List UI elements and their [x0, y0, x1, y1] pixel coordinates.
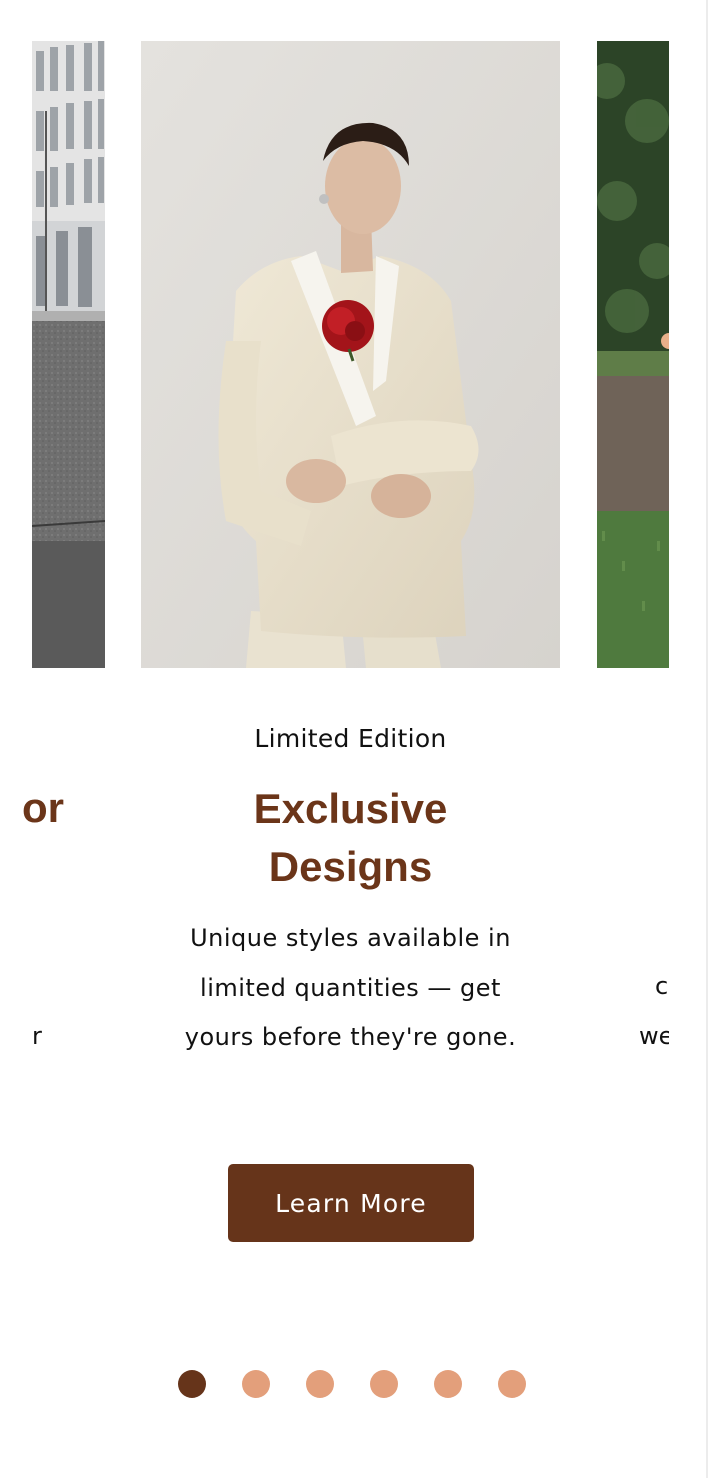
carousel: or r c we Limited Edition Exclusive Desi…	[0, 0, 706, 1478]
pagination-dot-6[interactable]	[498, 1370, 526, 1398]
slide-headline-text: Exclusive Designs	[253, 785, 448, 890]
pagination-dot-3[interactable]	[306, 1370, 334, 1398]
carousel-pagination	[178, 1370, 526, 1398]
prev-slide-text-fragment: r	[32, 1022, 42, 1050]
pagination-dot-5[interactable]	[434, 1370, 462, 1398]
next-slide-image[interactable]	[597, 41, 669, 668]
pagination-dot-4[interactable]	[370, 1370, 398, 1398]
active-slide-image[interactable]	[141, 41, 560, 668]
slide-headline: Exclusive Designs	[141, 780, 560, 896]
next-slide-text-fragment-2: we	[639, 1022, 669, 1050]
prev-slide-headline-fragment: or	[22, 784, 64, 831]
slide-description: Unique styles available in limited quant…	[184, 924, 517, 1051]
next-slide-text-fragment-1: c	[655, 972, 669, 1000]
pagination-dot-2[interactable]	[242, 1370, 270, 1398]
pagination-dot-1[interactable]	[178, 1370, 206, 1398]
slide-eyebrow: Limited Edition	[254, 724, 447, 753]
prev-slide-image[interactable]	[32, 41, 105, 668]
next-slide-text-clip: c we	[597, 960, 669, 1070]
learn-more-button[interactable]: Learn More	[228, 1164, 474, 1242]
